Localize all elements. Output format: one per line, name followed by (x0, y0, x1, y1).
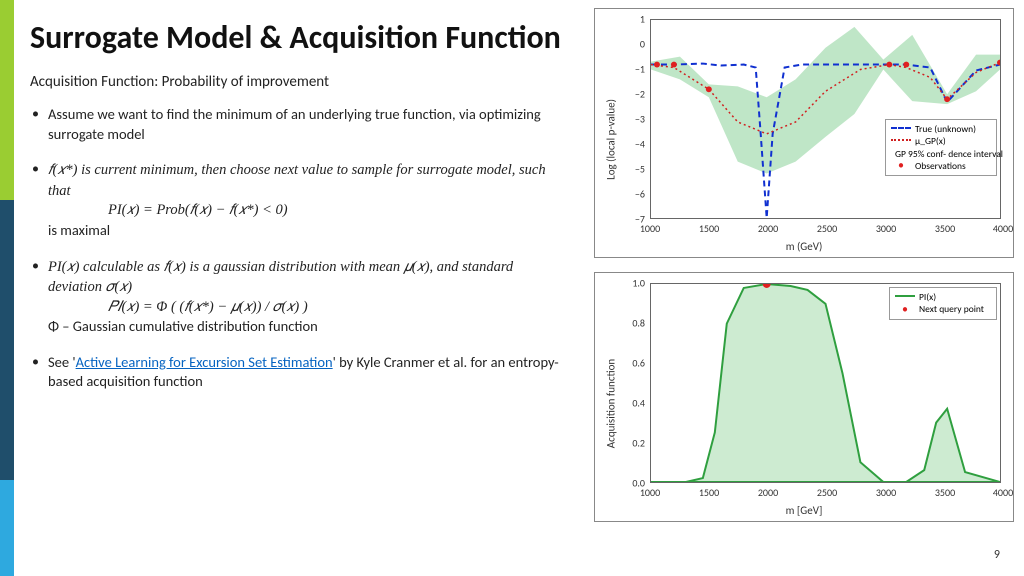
equation-pi-phi: 𝑃𝐼(𝑥) = Φ ( (𝑓(𝑥*) − 𝜇(𝑥)) / 𝜎(𝑥) ) (48, 298, 570, 318)
obs-point (944, 96, 950, 102)
top-ylabel: Log (local p-value) (605, 99, 618, 180)
page-number: 9 (994, 548, 1000, 562)
slide-text-content: Surrogate Model & Acquisition Function A… (30, 20, 570, 408)
accent-lightblue (0, 480, 14, 576)
slide-title: Surrogate Model & Acquisition Function (30, 20, 570, 55)
obs-point (886, 62, 892, 68)
bullet-list: Assume we want to find the minimum of an… (30, 105, 570, 392)
obs-point (654, 62, 660, 68)
charts-column: Log (local p-value) m (GeV) 1 0 (594, 8, 1014, 536)
bot-xlabel: m [GeV] (786, 504, 823, 517)
top-legend: True (unknown) μ_GP(x) GP 95% conf- denc… (885, 119, 997, 176)
reference-link[interactable]: Active Learning for Excursion Set Estima… (76, 353, 333, 371)
bullet-4: See 'Active Learning for Excursion Set E… (30, 353, 570, 392)
accent-bar (0, 0, 14, 576)
surrogate-chart: Log (local p-value) m (GeV) 1 0 (594, 8, 1014, 258)
bullet-1: Assume we want to find the minimum of an… (30, 105, 570, 144)
bot-ylabel: Acquisition function (605, 359, 618, 448)
obs-point (671, 62, 677, 68)
top-xlabel: m (GeV) (786, 240, 823, 253)
accent-darkblue (0, 200, 14, 480)
bot-legend: PI(x) •Next query point (889, 287, 997, 320)
subtitle: Acquisition Function: Probability of imp… (30, 73, 570, 91)
bullet-3: PI(𝑥) calculable as 𝑓(𝑥) is a gaussian d… (30, 257, 570, 337)
accent-green (0, 0, 14, 200)
bullet-2: 𝑓(𝑥*) is current minimum, then choose ne… (30, 160, 570, 240)
equation-pi-prob: PI(𝑥) = Prob(𝑓(𝑥) − 𝑓(𝑥*) < 0) (48, 201, 570, 221)
obs-point (903, 62, 909, 68)
obs-point (706, 86, 712, 92)
acquisition-chart: Acquisition function m [GeV] 1.0 0.8 0.6… (594, 272, 1014, 522)
